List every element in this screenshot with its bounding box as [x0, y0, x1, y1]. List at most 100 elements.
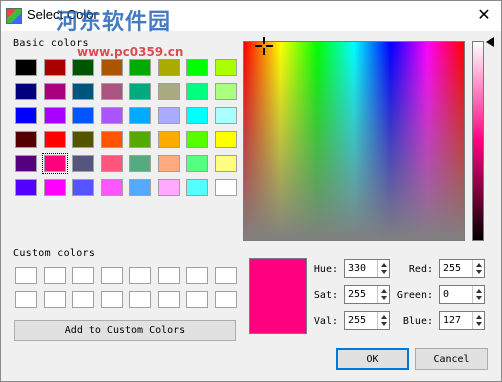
- cancel-button[interactable]: Cancel: [415, 348, 488, 370]
- sat-spinbox[interactable]: 255: [344, 285, 390, 304]
- blue-spinbox[interactable]: 127: [439, 311, 485, 330]
- basic-color-swatch[interactable]: [72, 179, 94, 196]
- app-icon: [6, 8, 22, 24]
- val-spinbox[interactable]: 255: [344, 311, 390, 330]
- spin-up-icon[interactable]: [476, 289, 482, 293]
- luminance-slider[interactable]: [472, 41, 484, 241]
- red-label: Red:: [408, 264, 433, 275]
- basic-color-swatch[interactable]: [72, 59, 94, 76]
- color-spectrum[interactable]: [243, 41, 465, 241]
- sat-spin-arrows[interactable]: [377, 286, 389, 303]
- custom-color-swatch[interactable]: [15, 291, 37, 308]
- basic-color-swatch[interactable]: [157, 83, 180, 100]
- basic-color-swatch[interactable]: [15, 107, 37, 124]
- basic-color-swatch[interactable]: [43, 83, 66, 100]
- basic-color-swatch[interactable]: [129, 83, 151, 100]
- add-to-custom-colors-button[interactable]: Add to Custom Colors: [14, 320, 236, 341]
- basic-color-swatch[interactable]: [129, 155, 151, 172]
- basic-color-swatch[interactable]: [100, 131, 123, 148]
- basic-color-swatch[interactable]: [214, 107, 237, 124]
- val-spin-arrows[interactable]: [377, 312, 389, 329]
- basic-color-swatch[interactable]: [186, 179, 208, 196]
- spin-down-icon[interactable]: [476, 270, 482, 274]
- luminance-arrow-icon[interactable]: [486, 37, 494, 47]
- basic-color-swatch[interactable]: [41, 153, 68, 174]
- basic-color-swatch[interactable]: [15, 59, 37, 76]
- custom-color-swatch[interactable]: [100, 291, 123, 308]
- basic-color-swatch[interactable]: [100, 155, 123, 172]
- custom-color-swatch[interactable]: [43, 291, 66, 308]
- basic-color-swatch[interactable]: [100, 107, 123, 124]
- basic-color-swatch[interactable]: [72, 155, 94, 172]
- basic-color-swatch[interactable]: [186, 59, 208, 76]
- basic-color-swatch[interactable]: [214, 131, 237, 148]
- basic-color-swatch[interactable]: [186, 155, 208, 172]
- basic-color-swatch[interactable]: [43, 59, 66, 76]
- basic-color-swatch[interactable]: [186, 107, 208, 124]
- custom-color-swatch[interactable]: [214, 291, 237, 308]
- basic-color-swatch[interactable]: [43, 107, 66, 124]
- hue-spinbox[interactable]: 330: [344, 259, 390, 278]
- basic-color-swatch[interactable]: [43, 179, 66, 196]
- custom-color-swatch[interactable]: [43, 267, 66, 284]
- blue-spin-arrows[interactable]: [472, 312, 484, 329]
- basic-color-swatch[interactable]: [129, 59, 151, 76]
- basic-color-swatch[interactable]: [214, 83, 237, 100]
- spin-down-icon[interactable]: [381, 322, 387, 326]
- spin-down-icon[interactable]: [476, 296, 482, 300]
- red-spinbox[interactable]: 255: [439, 259, 485, 278]
- spin-up-icon[interactable]: [381, 263, 387, 267]
- basic-color-swatch[interactable]: [214, 155, 237, 172]
- basic-color-swatch[interactable]: [157, 107, 180, 124]
- custom-color-swatch[interactable]: [15, 267, 37, 284]
- spin-down-icon[interactable]: [476, 322, 482, 326]
- basic-color-swatch[interactable]: [15, 131, 37, 148]
- basic-color-swatch[interactable]: [100, 83, 123, 100]
- basic-color-swatch[interactable]: [15, 83, 37, 100]
- basic-color-swatch[interactable]: [157, 179, 180, 196]
- basic-color-swatch[interactable]: [157, 131, 180, 148]
- custom-color-swatch[interactable]: [214, 267, 237, 284]
- basic-color-swatch[interactable]: [43, 131, 66, 148]
- custom-color-swatch[interactable]: [129, 267, 151, 284]
- basic-color-swatch[interactable]: [72, 107, 94, 124]
- basic-color-swatch[interactable]: [15, 155, 37, 172]
- basic-color-swatch[interactable]: [214, 179, 237, 196]
- spin-down-icon[interactable]: [381, 296, 387, 300]
- basic-color-swatch[interactable]: [72, 131, 94, 148]
- custom-color-swatch[interactable]: [157, 291, 180, 308]
- spin-up-icon[interactable]: [381, 315, 387, 319]
- custom-color-swatch[interactable]: [72, 291, 94, 308]
- close-button[interactable]: ✕: [473, 5, 495, 25]
- green-spinbox[interactable]: 0: [439, 285, 485, 304]
- color-dialog: Select Color 河东软件园 ✕ www.pc0359.cn Basic…: [0, 0, 502, 382]
- red-spin-arrows[interactable]: [472, 260, 484, 277]
- basic-color-swatch[interactable]: [157, 155, 180, 172]
- basic-color-swatch[interactable]: [129, 107, 151, 124]
- custom-color-swatch[interactable]: [186, 291, 208, 308]
- spin-down-icon[interactable]: [381, 270, 387, 274]
- spin-up-icon[interactable]: [381, 289, 387, 293]
- basic-color-swatch[interactable]: [100, 59, 123, 76]
- custom-color-swatch[interactable]: [100, 267, 123, 284]
- basic-color-swatch[interactable]: [129, 179, 151, 196]
- watermark-url: www.pc0359.cn: [77, 45, 184, 59]
- basic-color-swatch[interactable]: [15, 179, 37, 196]
- basic-color-swatch[interactable]: [186, 131, 208, 148]
- custom-color-swatch[interactable]: [72, 267, 94, 284]
- basic-color-swatch[interactable]: [157, 59, 180, 76]
- basic-color-swatch[interactable]: [72, 83, 94, 100]
- hue-spin-arrows[interactable]: [377, 260, 389, 277]
- basic-color-swatch[interactable]: [129, 131, 151, 148]
- basic-color-swatch[interactable]: [100, 179, 123, 196]
- basic-color-swatch[interactable]: [214, 59, 237, 76]
- ok-button[interactable]: OK: [336, 348, 409, 370]
- basic-color-swatch[interactable]: [186, 83, 208, 100]
- custom-color-swatch[interactable]: [129, 291, 151, 308]
- green-spin-arrows[interactable]: [472, 286, 484, 303]
- custom-color-swatch[interactable]: [186, 267, 208, 284]
- spin-up-icon[interactable]: [476, 263, 482, 267]
- green-label: Green:: [396, 290, 433, 301]
- custom-color-swatch[interactable]: [157, 267, 180, 284]
- spin-up-icon[interactable]: [476, 315, 482, 319]
